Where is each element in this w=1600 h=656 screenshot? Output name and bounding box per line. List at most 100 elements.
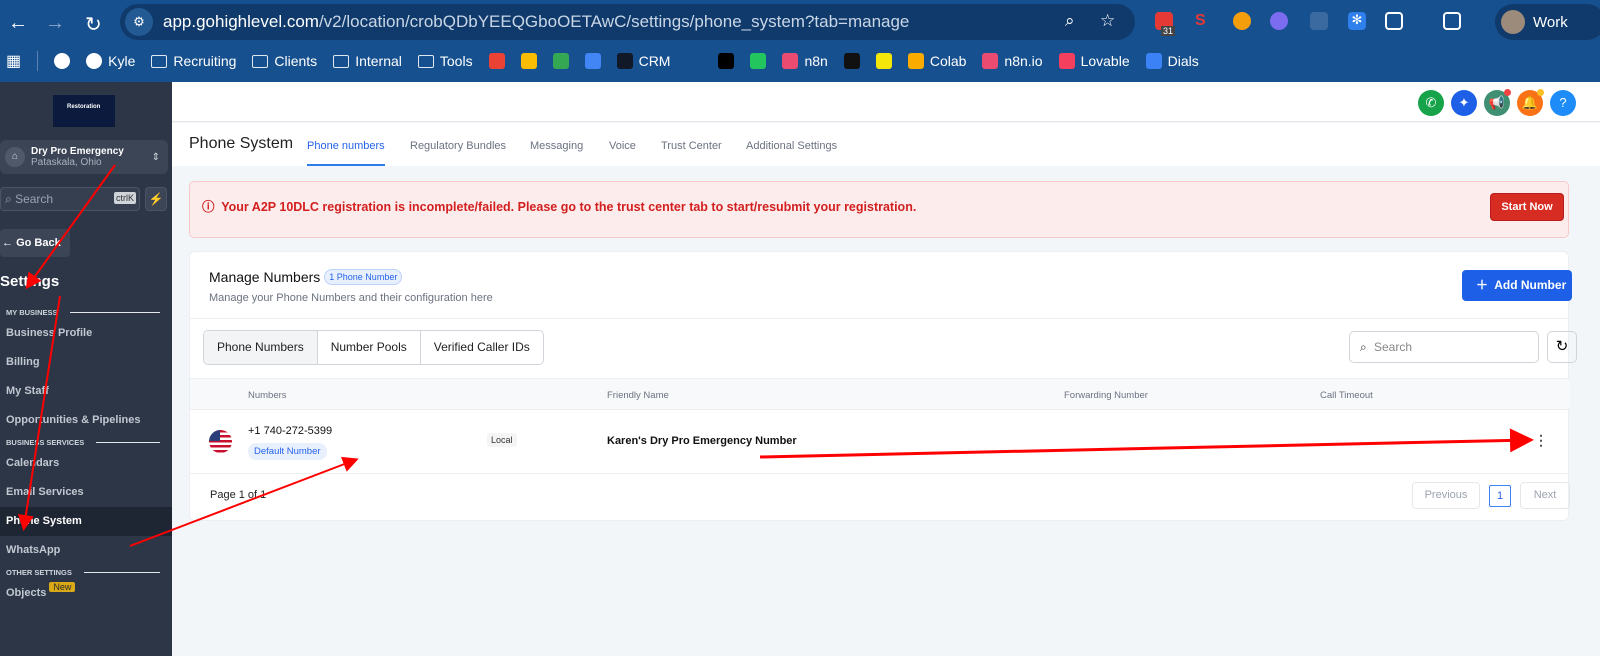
refresh-icon[interactable]: ↻	[1547, 331, 1577, 363]
bookmark-item[interactable]: Dials	[1145, 53, 1199, 69]
tab-additional-settings[interactable]: Additional Settings	[746, 140, 837, 152]
sidebar-item-opportunities-pipelines[interactable]: Opportunities & Pipelines	[0, 406, 172, 435]
bookmark-item[interactable]: Tools	[417, 53, 473, 69]
bookmark-item[interactable]: Kyle	[86, 53, 135, 69]
column-forwarding-number: Forwarding Number	[1064, 390, 1148, 401]
calendar-icon	[584, 53, 601, 69]
bookmark-item[interactable]	[843, 53, 860, 69]
sidebar-section-label: BUSINESS SERVICES	[6, 438, 160, 447]
bookmark-item[interactable]: n8n	[782, 53, 828, 69]
numbers-search-input[interactable]: ⌕ Search	[1349, 331, 1539, 363]
reload-icon[interactable]: ↻	[85, 12, 102, 37]
section-subtitle: Manage your Phone Numbers and their conf…	[209, 292, 493, 304]
back-icon[interactable]: ←	[8, 12, 28, 35]
page-1-button[interactable]: 1	[1489, 485, 1511, 507]
table-header: Numbers Friendly Name Forwarding Number …	[190, 378, 1570, 410]
bookmark-item[interactable]	[488, 53, 505, 69]
sidebar-item-email-services[interactable]: Email Services	[0, 478, 172, 507]
sidebar-item-my-staff[interactable]: My Staff	[0, 377, 172, 406]
tab-search-icon[interactable]	[1443, 12, 1461, 30]
seo-extension-icon[interactable]: S	[1195, 12, 1213, 30]
bookmark-item[interactable]: Internal	[333, 53, 402, 69]
app-header: ✆ ✦ 📢 🔔?	[172, 82, 1600, 122]
table-row: +1 740-272-5399 Default Number Local Kar…	[190, 410, 1570, 474]
friendly-name: Karen's Dry Pro Emergency Number	[607, 435, 797, 447]
crm-icon	[616, 53, 633, 69]
t-icon	[54, 53, 71, 69]
location-icon: ⌂	[5, 147, 25, 167]
address-bar[interactable]: ⚙ app.gohighlevel.com/v2/location/crobQD…	[120, 4, 1135, 40]
bookmark-item[interactable]	[686, 53, 703, 69]
sparkle-icon[interactable]: ✦	[1451, 90, 1477, 116]
number-type-segments: Phone Numbers Number Pools Verified Call…	[203, 330, 544, 365]
sidebar-item-calendars[interactable]: Calendars	[0, 449, 172, 478]
sidebar-item-whatsapp[interactable]: WhatsApp	[0, 536, 172, 565]
d7-icon	[843, 53, 860, 69]
company-logo: Restoration	[53, 95, 115, 127]
extension-icon[interactable]	[1233, 12, 1251, 30]
megaphone-icon[interactable]: 📢	[1484, 89, 1511, 116]
bookmark-item[interactable]	[718, 53, 735, 69]
start-now-button[interactable]: Start Now	[1490, 193, 1564, 221]
sidebar-item-phone-system[interactable]: Phone System	[0, 507, 172, 536]
bookmark-item[interactable]	[552, 53, 569, 69]
tab-regulatory-bundles[interactable]: Regulatory Bundles	[410, 140, 506, 152]
previous-button[interactable]: Previous	[1412, 482, 1480, 509]
bookmark-item[interactable]	[750, 53, 767, 69]
n8n-icon	[782, 53, 799, 69]
site-settings-icon[interactable]: ⚙	[125, 8, 153, 36]
extension-icon[interactable]	[1270, 12, 1288, 30]
segment-phone-numbers[interactable]: Phone Numbers	[204, 331, 318, 364]
star-icon[interactable]: ☆	[1100, 11, 1115, 31]
app-icon	[718, 53, 735, 69]
sidebar-item-business-profile[interactable]: Business Profile	[0, 319, 172, 348]
add-number-button[interactable]: ＋ Add Number	[1462, 270, 1572, 301]
bookmark-item[interactable]: Colab	[907, 53, 966, 69]
calendar-extension-icon[interactable]: 31	[1155, 12, 1176, 36]
tab-trust-center[interactable]: Trust Center	[661, 140, 722, 152]
chevron-updown-icon: ⇕	[151, 151, 160, 163]
bell-icon[interactable]: 🔔	[1517, 89, 1544, 116]
bookmark-item[interactable]	[54, 53, 71, 69]
sidebar-section-label: OTHER SETTINGS	[6, 568, 160, 577]
phone-icon[interactable]: ✆	[1418, 90, 1444, 116]
folder-icon	[417, 54, 434, 68]
go-back-button[interactable]: ← Go Back	[0, 229, 70, 257]
profile-button[interactable]: Work	[1495, 4, 1600, 40]
sidebar-search[interactable]: ⌕ Search ctrlK	[0, 187, 140, 211]
bookmark-item[interactable]: Recruiting	[151, 53, 236, 69]
info-icon: ⓘ	[202, 200, 215, 214]
puzzle-icon[interactable]	[1385, 12, 1403, 30]
tab-voice[interactable]: Voice	[609, 140, 636, 152]
folder-icon	[333, 54, 350, 68]
avatar	[1501, 10, 1525, 34]
tab-messaging[interactable]: Messaging	[530, 140, 583, 152]
folder-icon	[151, 54, 168, 68]
zoom-icon[interactable]: ⌕	[1065, 11, 1075, 31]
sidebar-item-objects[interactable]: Objects New	[0, 579, 172, 608]
segment-verified-caller-ids[interactable]: Verified Caller IDs	[421, 331, 543, 364]
segment-number-pools[interactable]: Number Pools	[318, 331, 421, 364]
bookmark-item[interactable]	[875, 53, 892, 69]
tab-phone-numbers[interactable]: Phone numbers	[307, 140, 385, 166]
bookmark-item[interactable]: Clients	[252, 53, 317, 69]
extension-icon[interactable]: ✻	[1348, 12, 1366, 30]
next-button[interactable]: Next	[1520, 482, 1570, 509]
new-badge: New	[49, 582, 76, 592]
extension-icon[interactable]	[1310, 12, 1328, 30]
help-icon[interactable]: ?	[1550, 90, 1576, 116]
bookmark-item[interactable]	[584, 53, 601, 69]
quick-action-icon[interactable]: ⚡	[145, 187, 167, 211]
n8n-icon	[982, 53, 999, 69]
more-options-icon[interactable]: ⋮	[1534, 432, 1548, 449]
bookmark-item[interactable]: Lovable	[1058, 53, 1130, 69]
sidebar: Restoration ⌂ Dry Pro Emergency Pataskala…	[0, 82, 172, 656]
bookmark-item[interactable]	[520, 53, 537, 69]
sidebar-item-billing[interactable]: Billing	[0, 348, 172, 377]
bookmark-item[interactable]: n8n.io	[982, 53, 1043, 69]
apps-icon[interactable]: ▦	[6, 51, 21, 71]
column-friendly-name: Friendly Name	[607, 390, 669, 401]
account-switcher[interactable]: ⌂ Dry Pro Emergency Pataskala, Ohio ⇕	[0, 140, 168, 174]
forward-icon[interactable]: →	[45, 12, 65, 35]
bookmark-item[interactable]: CRM	[616, 53, 670, 69]
